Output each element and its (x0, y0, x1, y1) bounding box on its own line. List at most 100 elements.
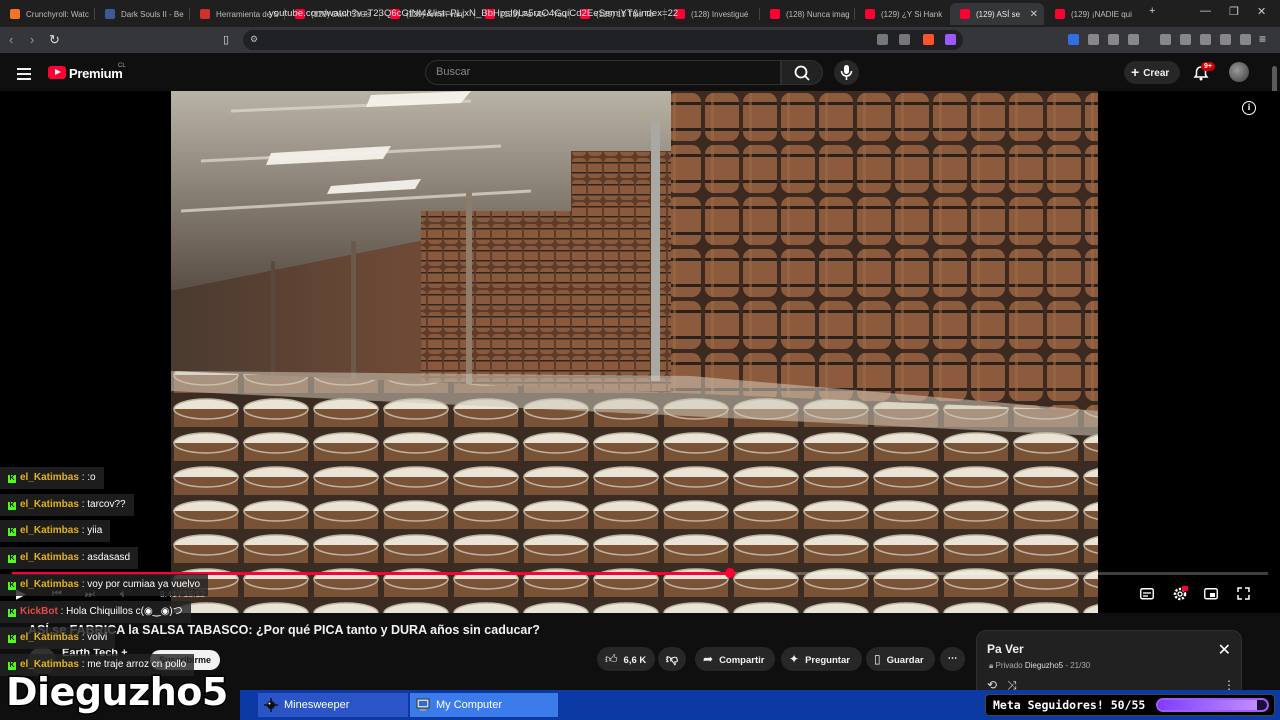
playlist-privacy: Privado (995, 661, 1023, 670)
browser-tab[interactable]: (129) ASÍ se ✕ (950, 3, 1044, 25)
reload-icon[interactable]: ↻ (49, 32, 60, 48)
account-avatar[interactable] (1229, 62, 1249, 82)
playlist-position: 21/30 (1070, 661, 1091, 670)
youtube-brand[interactable]: Premium (69, 66, 123, 81)
rewards-icon[interactable] (945, 34, 956, 45)
mic-icon (840, 65, 853, 80)
miniplayer-icon[interactable] (1204, 588, 1218, 600)
share-page-icon[interactable] (899, 34, 910, 45)
brave-shield-icon[interactable] (923, 34, 934, 45)
chat-username[interactable]: el_Katimbas (20, 499, 79, 510)
fullscreen-icon[interactable] (1237, 587, 1250, 600)
chat-username[interactable]: el_Katimbas (20, 579, 79, 590)
info-icon[interactable]: i (1242, 101, 1256, 115)
tab-favicon-icon (105, 9, 115, 19)
bookmark-icon[interactable]: ▯ (223, 33, 229, 46)
chat-username[interactable]: KickBot (20, 606, 58, 617)
browser-tab[interactable]: Crunchyroll: Watc (0, 3, 94, 25)
create-button[interactable]: + Crear (1124, 61, 1180, 84)
leo-icon[interactable] (1220, 34, 1231, 45)
chat-message: Kel_Katimbas : volvi (0, 627, 116, 650)
share-label: Compartir (719, 655, 765, 666)
chat-message: Kel_Katimbas : :o (0, 467, 104, 489)
sparkle-icon: ✦ (789, 652, 800, 666)
chat-username[interactable]: el_Katimbas (20, 552, 79, 563)
taskbar-item-minesweeper[interactable]: Minesweeper (258, 693, 408, 717)
share-arrow-icon: ➦ (703, 652, 714, 666)
lock-icon: 🔒︎ (989, 661, 994, 670)
tab-favicon-icon (865, 9, 875, 19)
site-info-icon[interactable]: ⚙ (250, 34, 258, 45)
forward-icon[interactable]: › (30, 32, 34, 47)
browser-toolbar: ‹ › ↻ ▯ ⚙ ≡ (0, 27, 1280, 53)
chat-username[interactable]: el_Katimbas (20, 525, 79, 536)
chat-text: asdasasd (87, 552, 131, 564)
back-icon[interactable]: ‹ (9, 32, 13, 47)
voice-search-button[interactable] (834, 60, 859, 85)
barrel-warehouse-scene (171, 91, 1098, 613)
ask-button[interactable]: ✦ Preguntar (781, 647, 862, 671)
chat-username[interactable]: el_Katimbas (20, 472, 79, 483)
video-frame[interactable] (171, 91, 1098, 613)
taskbar-label-minesweeper: Minesweeper (284, 699, 350, 711)
chat-message: Kel_Katimbas : tarcov?? (0, 493, 134, 516)
plus-icon: + (1131, 64, 1140, 80)
close-playlist-icon[interactable]: ✕ (1218, 640, 1231, 660)
save-button[interactable]: ▯ Guardar (866, 647, 935, 671)
cast-icon[interactable] (877, 34, 888, 45)
browser-tab[interactable]: (129) ¡NADIE qui (1045, 3, 1139, 25)
progress-scrubber[interactable] (724, 568, 735, 578)
playlist-owner[interactable]: Dieguzho5 (1025, 661, 1063, 670)
extension-icon-2[interactable] (1088, 34, 1099, 45)
screen: { "browser": { "tabs": [ {"title": "Crun… (0, 0, 1280, 720)
close-window-icon[interactable]: ✕ (1257, 5, 1266, 18)
browser-tab[interactable]: Dark Souls II - Be (95, 3, 189, 25)
subtitles-icon[interactable] (1140, 588, 1154, 600)
share-button[interactable]: ➦ Compartir (695, 647, 775, 671)
browser-tab[interactable]: (128) Investigué (665, 3, 759, 25)
like-button[interactable]: 👍︎ 6,6 K (597, 647, 655, 671)
tab-title: (129) ASÍ se (976, 9, 1021, 19)
minimize-icon[interactable]: — (1200, 5, 1211, 17)
playlist-title[interactable]: Pa Ver (987, 642, 1024, 656)
browser-tab[interactable]: (128) Nunca imag (760, 3, 854, 25)
address-bar[interactable] (243, 30, 963, 50)
browser-tab[interactable]: (129) ¿Y Si Hank (855, 3, 949, 25)
chat-username[interactable]: el_Katimbas (20, 659, 79, 670)
wallet-icon[interactable] (1200, 34, 1211, 45)
kick-badge-icon: K (8, 475, 16, 483)
dislike-button[interactable]: 👎︎ (658, 647, 686, 671)
taskbar-label-my-computer: My Computer (436, 699, 503, 711)
extension-icon-3[interactable] (1108, 34, 1119, 45)
tab-separator (189, 8, 190, 20)
chat-message: Kel_Katimbas : voy por cumiaa ya vuelvo (0, 573, 209, 596)
search-input[interactable]: Buscar (425, 60, 781, 85)
close-tab-icon[interactable]: ✕ (1030, 9, 1038, 20)
chat-text: voy por cumiaa ya vuelvo (87, 578, 201, 590)
vpn-icon[interactable] (1240, 34, 1251, 45)
extension-icon-4[interactable] (1128, 34, 1139, 45)
media-icon[interactable] (1160, 34, 1171, 45)
notifications-badge: 9+ (1201, 62, 1215, 71)
kick-badge-icon: K (8, 555, 16, 564)
sidebar-icon[interactable] (1180, 34, 1191, 45)
chat-username[interactable]: el_Katimbas (20, 632, 79, 643)
extension-icon-1[interactable] (1068, 34, 1079, 45)
search-icon (794, 65, 810, 81)
browser-menu-icon[interactable]: ≡ (1259, 32, 1266, 46)
tab-title: (128) Nunca imag (786, 9, 850, 19)
new-tab-button[interactable]: + (1149, 5, 1155, 17)
more-actions-button[interactable]: ⋯ (940, 647, 965, 671)
youtube-logo-icon[interactable] (48, 66, 66, 79)
url-text: youtube.com/watch?v=T23Q6cGfNI4&list=PLj… (269, 8, 679, 19)
search-button[interactable] (781, 60, 823, 85)
hamburger-menu-icon[interactable] (17, 68, 31, 80)
playlist-meta: 🔒︎ Privado Dieguzho5 - 21/30 (989, 661, 1091, 670)
chat-text: volvi (87, 632, 108, 644)
maximize-icon[interactable]: ❐ (1229, 5, 1239, 18)
create-label: Crear (1143, 68, 1170, 79)
kick-badge-icon: K (8, 528, 16, 537)
taskbar-item-my-computer[interactable]: My Computer (410, 693, 558, 717)
settings-gear-icon[interactable] (1172, 586, 1188, 602)
chat-message: Kel_Katimbas : asdasasd (0, 547, 139, 570)
